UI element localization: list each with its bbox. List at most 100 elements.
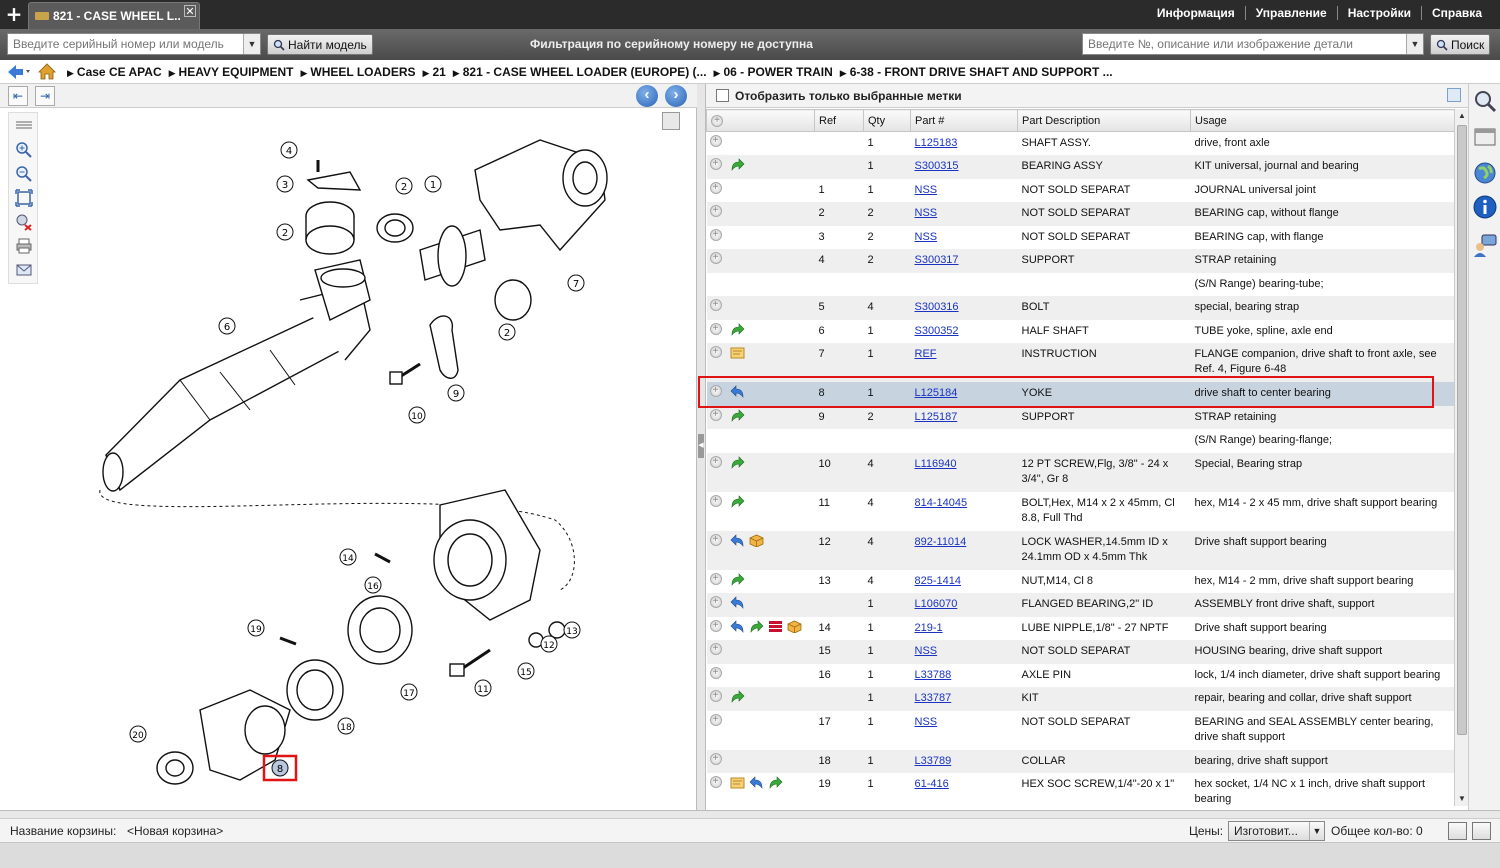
table-row[interactable]: +15 1 NSS NOT SOLD SEPARAT HOUSING bearing, … xyxy=(706,640,1455,664)
add-to-basket-icon[interactable]: + xyxy=(709,299,722,311)
table-row[interactable]: +3 2 NSS NOT SOLD SEPARAT BEARING cap, with … xyxy=(706,225,1455,249)
callout-6[interactable]: 6 xyxy=(218,317,236,335)
breadcrumb-item[interactable]: 6-38 - FRONT DRIVE SHAFT AND SUPPORT ... xyxy=(840,65,1113,79)
collapse-left-button[interactable]: ⇤ xyxy=(8,86,28,106)
part-number-link[interactable]: 892-11014 xyxy=(915,536,967,548)
green-arrow-icon[interactable] xyxy=(730,690,745,703)
add-to-basket-icon[interactable]: + xyxy=(709,572,722,585)
callout-5[interactable]: 4 xyxy=(280,141,298,159)
callout-2b[interactable]: 2 xyxy=(498,323,516,341)
add-to-basket-icon[interactable]: + xyxy=(709,455,722,468)
breadcrumb-item[interactable]: WHEEL LOADERS xyxy=(300,65,415,79)
expand-right-button[interactable]: ⇥ xyxy=(35,86,55,106)
part-number-link[interactable]: 814-14045 xyxy=(915,497,968,509)
note-icon[interactable] xyxy=(730,776,745,789)
part-number-link[interactable]: NSS xyxy=(915,716,938,728)
table-row[interactable]: +11 4 814-14045 BOLT,Hex, M14 x 2 x 45mm, C… xyxy=(706,491,1455,531)
callout-1[interactable]: 1 xyxy=(424,175,442,193)
table-row[interactable]: +6 1 S300352 HALF SHAFT TUBE yoke, spline, a… xyxy=(706,319,1455,343)
callout-19[interactable]: 19 xyxy=(247,619,265,637)
part-number-link[interactable]: L33788 xyxy=(915,669,952,681)
add-to-basket-icon[interactable]: + xyxy=(709,752,722,765)
column-header-part[interactable]: Part # xyxy=(910,109,1018,132)
green-arrow-icon[interactable] xyxy=(730,408,745,422)
table-row[interactable]: +19 1 61-416 HEX SOC SCREW,1/4"-20 x 1" hex … xyxy=(706,773,1455,812)
column-header-usage[interactable]: Usage xyxy=(1190,109,1455,132)
table-row[interactable]: +1 L125183 SHAFT ASSY. drive, front axle xyxy=(706,131,1455,155)
green-arrow-icon[interactable] xyxy=(730,572,745,586)
next-page-button[interactable]: › xyxy=(665,85,687,107)
table-row[interactable]: +17 1 NSS NOT SOLD SEPARAT BEARING and SEAL … xyxy=(706,710,1455,750)
callout-10[interactable]: 10 xyxy=(408,406,426,424)
callout-15[interactable]: 15 xyxy=(517,662,535,680)
add-to-basket-icon[interactable]: + xyxy=(709,494,722,507)
green-arrow-icon[interactable] xyxy=(730,455,745,469)
breadcrumb-item[interactable]: 21 xyxy=(423,65,445,79)
callout-7[interactable]: 7 xyxy=(567,274,585,292)
parts-scrollbar[interactable]: ▲ ▼ xyxy=(1454,109,1469,806)
email-icon[interactable] xyxy=(15,261,33,279)
add-to-basket-icon[interactable]: + xyxy=(709,181,722,194)
green-arrow-icon[interactable] xyxy=(730,494,745,508)
show-selected-checkbox[interactable] xyxy=(716,89,729,102)
green-arrow-icon[interactable] xyxy=(730,158,745,171)
part-number-link[interactable]: 219-1 xyxy=(915,622,943,634)
zoom-out-icon[interactable] xyxy=(15,165,33,183)
chevron-down-icon[interactable]: ▼ xyxy=(1309,822,1324,840)
callout-13[interactable]: 13 xyxy=(563,621,581,639)
collapse-handle[interactable]: ◀ xyxy=(698,434,704,458)
add-to-basket-icon[interactable]: + xyxy=(709,666,722,679)
callout-3[interactable]: 2 xyxy=(276,223,294,241)
back-arrow-icon[interactable] xyxy=(7,64,33,80)
table-row[interactable]: +1 L106070 FLANGED BEARING,2" ID ASSEMBLY f… xyxy=(706,593,1455,617)
zoom-in-icon[interactable] xyxy=(15,141,33,159)
callout-20[interactable]: 20 xyxy=(129,725,147,743)
add-to-basket-icon[interactable]: + xyxy=(709,713,722,726)
part-number-link[interactable]: 825-1414 xyxy=(915,575,962,587)
globe-icon[interactable] xyxy=(1472,160,1498,186)
basket-name[interactable]: <Новая корзина> xyxy=(127,824,223,838)
previous-page-button[interactable]: ‹ xyxy=(636,85,658,107)
add-to-basket-icon[interactable]: + xyxy=(709,533,722,546)
green-arrow-icon[interactable] xyxy=(749,619,764,633)
chevron-down-icon[interactable]: ▼ xyxy=(1406,34,1423,54)
menu-lines-icon[interactable] xyxy=(15,117,33,135)
part-number-link[interactable]: L106070 xyxy=(915,598,958,610)
table-row[interactable]: +2 2 NSS NOT SOLD SEPARAT BEARING cap, witho… xyxy=(706,202,1455,226)
table-row[interactable]: +18 1 L33789 COLLAR bearing, drive shaft sup… xyxy=(706,749,1455,773)
package-icon[interactable] xyxy=(787,620,802,633)
add-to-basket-icon[interactable]: + xyxy=(709,205,722,217)
price-select[interactable]: Изготовит... ▼ xyxy=(1228,821,1325,841)
serial-combo[interactable]: ▼ xyxy=(7,33,261,55)
blue-arrow-icon[interactable] xyxy=(730,619,745,633)
part-number-link[interactable]: S300352 xyxy=(915,325,959,337)
menu-management[interactable]: Управление xyxy=(1246,6,1338,20)
add-to-basket-icon[interactable]: + xyxy=(709,228,722,241)
search-icon[interactable] xyxy=(1472,88,1498,114)
table-row[interactable]: +13 4 825-1414 NUT,M14, Cl 8 hex, M14 - 2 mm… xyxy=(706,569,1455,593)
add-to-basket-icon[interactable]: + xyxy=(709,643,722,655)
add-to-basket-icon[interactable]: + xyxy=(709,322,722,335)
add-to-basket-icon[interactable]: + xyxy=(709,776,722,788)
scroll-down-icon[interactable]: ▼ xyxy=(1455,792,1469,806)
table-row[interactable]: +9 2 L125187 SUPPORT STRAP retaining xyxy=(706,405,1455,429)
basket-expand-button[interactable] xyxy=(1472,822,1491,840)
callout-18[interactable]: 18 xyxy=(337,717,355,735)
column-header-description[interactable]: Part Description xyxy=(1017,109,1191,132)
part-number-link[interactable]: S300315 xyxy=(915,160,959,172)
callout-16[interactable]: 16 xyxy=(364,576,382,594)
callout-12[interactable]: 12 xyxy=(540,635,558,653)
horizontal-splitter[interactable] xyxy=(0,810,1500,818)
table-row[interactable]: +14 1 219-1 LUBE NIPPLE,1/8" - 27 NPTF Drive… xyxy=(706,616,1455,640)
table-row[interactable]: (S/N Range) bearing-flange; xyxy=(706,429,1455,453)
add-to-basket-icon[interactable]: + xyxy=(709,690,722,702)
part-number-link[interactable]: REF xyxy=(915,348,937,360)
package-icon[interactable] xyxy=(749,534,764,547)
breadcrumb-item[interactable]: 06 - POWER TRAIN xyxy=(714,65,832,79)
blue-arrow-icon[interactable] xyxy=(730,596,745,609)
part-number-link[interactable]: NSS xyxy=(915,231,938,243)
add-to-basket-icon[interactable]: + xyxy=(709,252,722,264)
new-tab-button[interactable]: + xyxy=(4,3,24,25)
add-to-basket-icon[interactable]: + xyxy=(709,408,722,421)
part-number-link[interactable]: L125183 xyxy=(915,137,958,149)
